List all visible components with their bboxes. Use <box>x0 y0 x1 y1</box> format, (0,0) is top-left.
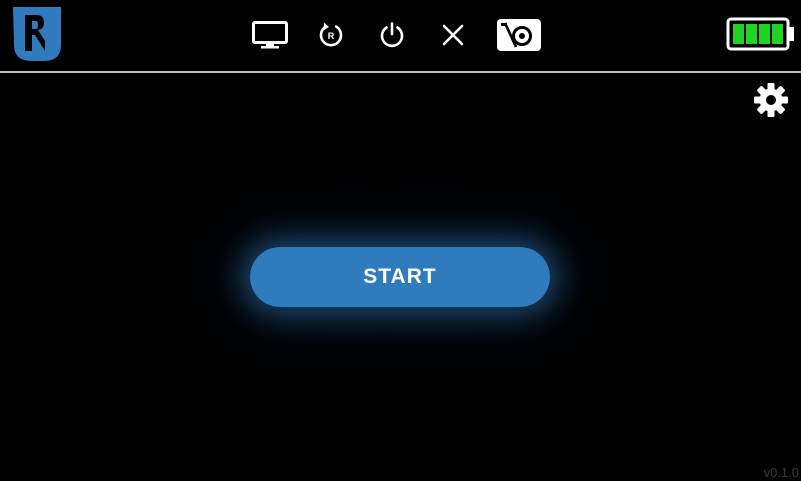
camera-off-icon <box>496 18 542 52</box>
version-label: v0.1.0 <box>763 465 799 480</box>
reset-button[interactable]: R <box>315 16 347 54</box>
start-button[interactable]: START <box>250 247 550 307</box>
battery-icon <box>726 17 796 57</box>
battery-cell <box>746 24 757 44</box>
display-button[interactable] <box>250 16 290 54</box>
robot-logo-icon <box>11 5 63 63</box>
battery-cell <box>733 24 744 44</box>
settings-button[interactable] <box>753 82 789 118</box>
top-bar: R <box>0 0 801 73</box>
monitor-icon <box>251 20 289 50</box>
power-button[interactable] <box>376 16 408 54</box>
camera-button[interactable] <box>495 16 543 54</box>
gear-icon <box>753 83 789 122</box>
battery-indicator <box>726 17 796 53</box>
battery-cell <box>772 24 783 44</box>
battery-cell <box>759 24 770 44</box>
reset-icon: R <box>317 21 345 49</box>
reset-glyph: R <box>328 31 335 41</box>
app-window: R START v0.1.0 <box>0 0 801 481</box>
close-button[interactable] <box>437 16 469 54</box>
power-icon <box>378 21 406 49</box>
close-icon <box>441 23 465 47</box>
